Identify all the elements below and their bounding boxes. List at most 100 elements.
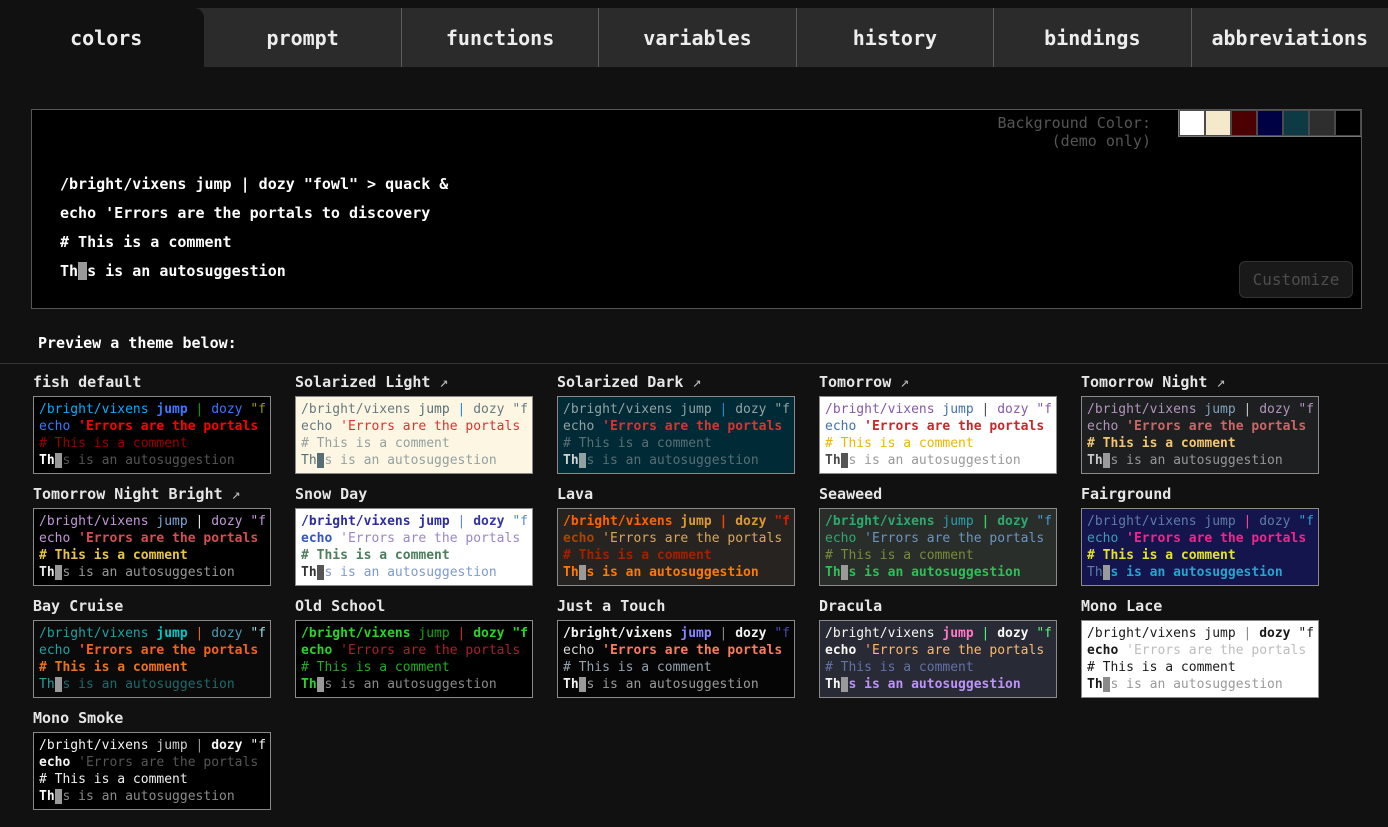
theme-title[interactable]: Mono Smoke xyxy=(33,709,271,727)
token-autosuggestion: s is an autosuggestion xyxy=(848,453,1020,468)
token-autosuggestion: s is an autosuggestion xyxy=(1110,453,1282,468)
token-comment: # This is a comment xyxy=(39,436,188,451)
theme-title[interactable]: Just a Touch xyxy=(557,597,795,615)
theme-sample[interactable]: /bright/vixens jump | dozy "fowl" > quac… xyxy=(1081,620,1319,698)
customize-button[interactable]: Customize xyxy=(1239,261,1353,298)
theme-title[interactable]: Fairground xyxy=(1081,485,1319,503)
sample-line-error: echo 'Errors are the portals to discover… xyxy=(39,642,265,659)
theme-sample[interactable]: /bright/vixens jump | dozy "fowl" > quac… xyxy=(295,508,533,586)
theme-title[interactable]: Lava xyxy=(557,485,795,503)
external-link-icon[interactable]: ↗ xyxy=(891,373,909,391)
sample-line-autosuggestion: This is an autosuggestion xyxy=(563,564,789,581)
token-autosuggestion: s is an autosuggestion xyxy=(324,677,496,692)
sample-line-command: /bright/vixens jump | dozy "fowl" > quac… xyxy=(563,513,789,530)
sample-line-command: /bright/vixens jump | dozy "fowl" > quac… xyxy=(825,401,1051,418)
theme-sample[interactable]: /bright/vixens jump | dozy "fowl" > quac… xyxy=(819,396,1057,474)
token-typed: Th xyxy=(301,677,317,692)
theme-title[interactable]: Tomorrow Night Bright ↗ xyxy=(33,485,271,503)
theme-title[interactable]: Tomorrow ↗ xyxy=(819,373,1057,391)
theme-title[interactable]: fish default xyxy=(33,373,271,391)
tab-bindings[interactable]: bindings xyxy=(993,8,1190,67)
theme-title[interactable]: Mono Lace xyxy=(1081,597,1319,615)
token-command: jump xyxy=(1204,402,1235,417)
theme-title[interactable]: Seaweed xyxy=(819,485,1057,503)
token-quote: "fowl" > quack & xyxy=(250,514,265,529)
external-link-icon[interactable]: ↗ xyxy=(683,373,701,391)
token-typed: Th xyxy=(39,789,55,804)
theme-sample[interactable]: /bright/vixens jump | dozy "fowl" > quac… xyxy=(819,620,1057,698)
sample-line-command: /bright/vixens jump | dozy "fowl" > quac… xyxy=(39,737,265,754)
token-path: /bright/vixens xyxy=(301,402,411,417)
theme-sample[interactable]: /bright/vixens jump | dozy "fowl" > quac… xyxy=(1081,508,1319,586)
sample-line-command: /bright/vixens jump | dozy "fowl" > quac… xyxy=(1087,401,1313,418)
tab-variables[interactable]: variables xyxy=(598,8,795,67)
tab-prompt[interactable]: prompt xyxy=(204,8,400,67)
theme-title[interactable]: Tomorrow Night ↗ xyxy=(1081,373,1319,391)
token-autosuggestion: s is an autosuggestion xyxy=(586,453,758,468)
theme-sample[interactable]: /bright/vixens jump | dozy "fowl" > quac… xyxy=(295,620,533,698)
theme-sample[interactable]: /bright/vixens jump | dozy "fowl" > quac… xyxy=(557,620,795,698)
tab-abbreviations[interactable]: abbreviations xyxy=(1191,8,1388,67)
theme-sample[interactable]: /bright/vixens jump | dozy "fowl" > quac… xyxy=(557,508,795,586)
external-link-icon[interactable]: ↗ xyxy=(223,485,241,503)
external-link-icon[interactable]: ↗ xyxy=(430,373,448,391)
token-command: jump xyxy=(680,514,711,529)
sample-line-command: /bright/vixens jump | dozy "fowl" > quac… xyxy=(301,401,527,418)
token-autosuggestion: s is an autosuggestion xyxy=(848,565,1020,580)
theme-sample[interactable]: /bright/vixens jump | dozy "fowl" > quac… xyxy=(819,508,1057,586)
background-color-swatch[interactable] xyxy=(1231,110,1257,136)
background-color-swatch[interactable] xyxy=(1205,110,1231,136)
sample-line-comment: # This is a comment xyxy=(301,547,527,564)
theme-sample[interactable]: /bright/vixens jump | dozy "fowl" > quac… xyxy=(33,732,271,810)
token-path: /bright/vixens xyxy=(301,514,411,529)
theme-title[interactable]: Old School xyxy=(295,597,533,615)
token-quote: "fowl" > quack & xyxy=(1036,402,1051,417)
sample-line-comment: # This is a comment xyxy=(563,435,789,452)
token-quote: "fowl" > quack & xyxy=(512,514,527,529)
token-command: dozy xyxy=(735,626,766,641)
tab-functions[interactable]: functions xyxy=(401,8,598,67)
sample-line-autosuggestion: This is an autosuggestion xyxy=(301,452,527,469)
sample-line-error: echo 'Errors are the portals to discover… xyxy=(39,530,265,547)
theme-title[interactable]: Bay Cruise xyxy=(33,597,271,615)
terminal-line-command: /bright/vixens jump | dozy "fowl" > quac… xyxy=(60,170,1361,199)
token-error: 'Errors are the portals to discovery xyxy=(1126,643,1313,658)
terminal-line-error: echo 'Errors are the portals to discover… xyxy=(60,199,1361,228)
external-link-icon[interactable]: ↗ xyxy=(1207,373,1225,391)
theme-title[interactable]: Solarized Dark ↗ xyxy=(557,373,795,391)
sample-line-autosuggestion: This is an autosuggestion xyxy=(1087,564,1313,581)
background-color-swatch[interactable] xyxy=(1309,110,1335,136)
theme-sample[interactable]: /bright/vixens jump | dozy "fowl" > quac… xyxy=(1081,396,1319,474)
theme-title[interactable]: Snow Day xyxy=(295,485,533,503)
background-color-swatch[interactable] xyxy=(1257,110,1283,136)
sample-line-error: echo 'Errors are the portals to discover… xyxy=(825,642,1051,659)
token-autosuggestion: s is an autosuggestion xyxy=(586,565,758,580)
token-comment: # This is a comment xyxy=(39,660,188,675)
token-autosuggestion: s is an autosuggestion xyxy=(586,677,758,692)
sample-line-command: /bright/vixens jump | dozy "fowl" > quac… xyxy=(563,625,789,642)
token-error: 'Errors are the portals to discovery xyxy=(864,419,1051,434)
tab-history[interactable]: history xyxy=(796,8,993,67)
token-pipe: | xyxy=(982,514,990,529)
theme-sample[interactable]: /bright/vixens jump | dozy "fowl" > quac… xyxy=(557,396,795,474)
token-pipe: | xyxy=(1244,626,1252,641)
theme-sample[interactable]: /bright/vixens jump | dozy "fowl" > quac… xyxy=(33,620,271,698)
theme-title[interactable]: Dracula xyxy=(819,597,1057,615)
background-color-swatch[interactable] xyxy=(1283,110,1309,136)
theme-title[interactable]: Solarized Light ↗ xyxy=(295,373,533,391)
sample-line-error: echo 'Errors are the portals to discover… xyxy=(1087,642,1313,659)
tab-colors[interactable]: colors xyxy=(8,8,204,67)
theme-sample[interactable]: /bright/vixens jump | dozy "fowl" > quac… xyxy=(33,508,271,586)
token-command: jump xyxy=(418,626,449,641)
theme-sample[interactable]: /bright/vixens jump | dozy "fowl" > quac… xyxy=(33,396,271,474)
token-command: echo xyxy=(563,419,594,434)
sample-line-comment: # This is a comment xyxy=(825,659,1051,676)
token-autosuggestion: s is an autosuggestion xyxy=(324,565,496,580)
theme-sample[interactable]: /bright/vixens jump | dozy "fowl" > quac… xyxy=(295,396,533,474)
sample-line-autosuggestion: This is an autosuggestion xyxy=(39,676,265,693)
token-pipe: | xyxy=(720,402,728,417)
background-color-swatch[interactable] xyxy=(1335,110,1361,136)
sample-line-error: echo 'Errors are the portals to discover… xyxy=(563,530,789,547)
token-pipe: | xyxy=(720,514,728,529)
background-color-swatch[interactable] xyxy=(1179,110,1205,136)
